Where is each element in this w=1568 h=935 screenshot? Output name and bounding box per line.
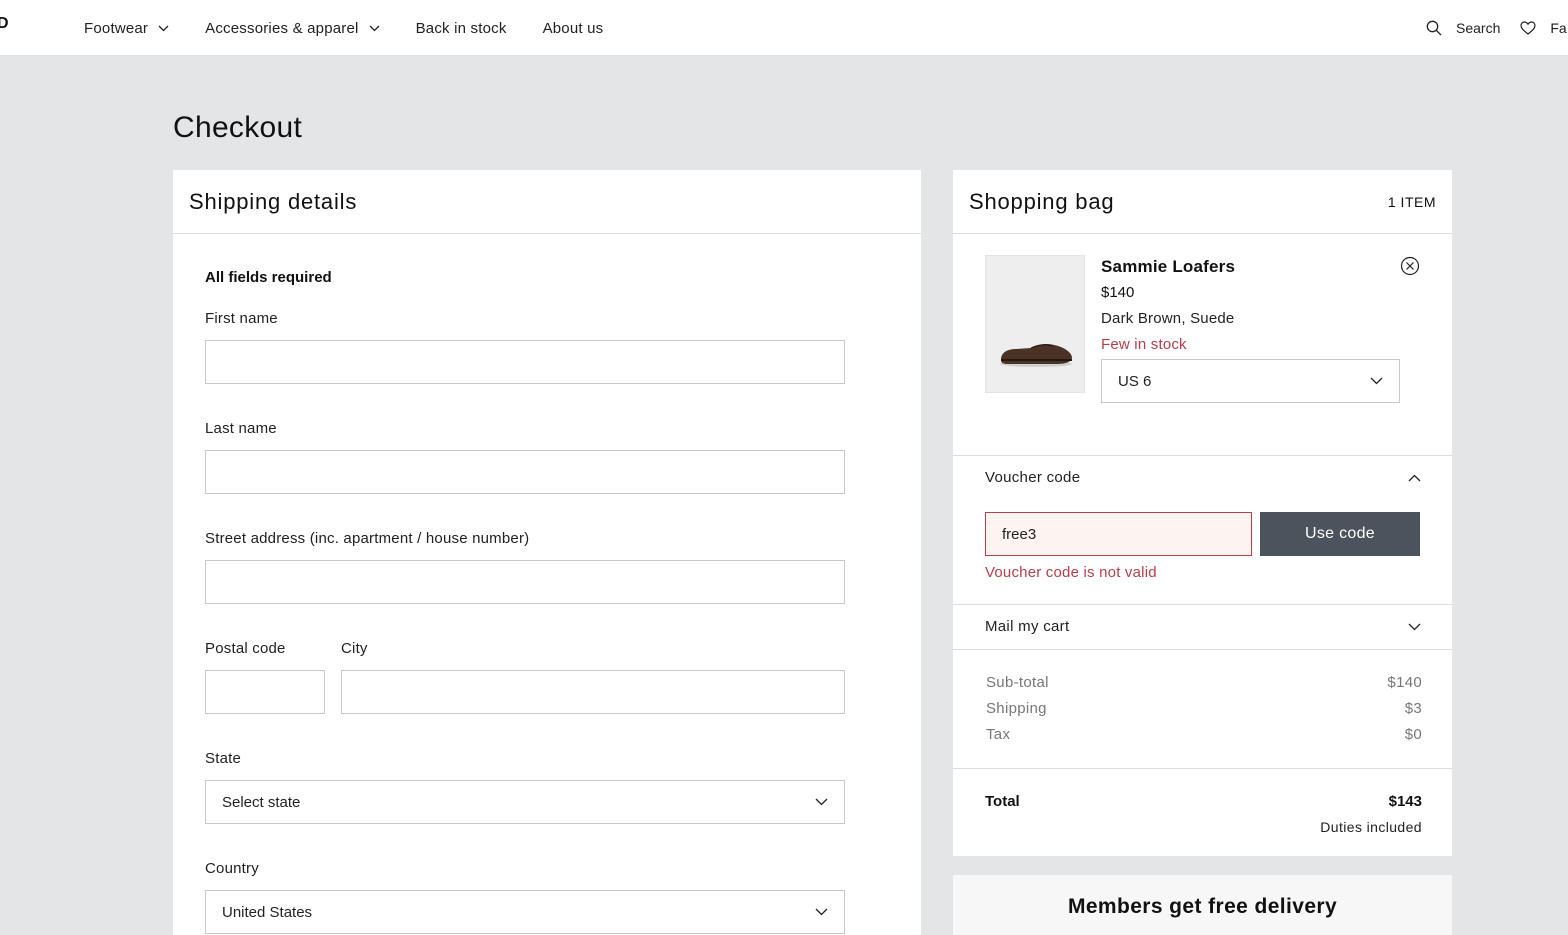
close-circle-icon xyxy=(1400,256,1420,276)
required-note: All fields required xyxy=(205,269,332,286)
shipping-value: $3 xyxy=(1404,700,1422,717)
nav-item-about-us[interactable]: About us xyxy=(543,20,604,37)
voucher-toggle[interactable]: Voucher code xyxy=(985,469,1421,486)
last-name-field[interactable] xyxy=(205,450,845,494)
tax-label: Tax xyxy=(986,726,1011,743)
subtotal-label: Sub-total xyxy=(986,674,1049,691)
divider xyxy=(953,768,1452,769)
state-select[interactable]: Select state xyxy=(205,780,845,824)
total-label: Total xyxy=(985,793,1020,810)
nav-label: Accessories & apparel xyxy=(205,19,359,37)
chevron-down-icon xyxy=(815,908,828,916)
chevron-up-icon xyxy=(1408,474,1421,481)
country-select-value: United States xyxy=(222,903,313,921)
members-banner: Members get free delivery xyxy=(953,875,1452,935)
product-price: $140 xyxy=(1101,284,1135,301)
shipping-label: Shipping xyxy=(986,700,1047,717)
favorites-button[interactable]: Fa xyxy=(1520,20,1567,36)
mail-cart-heading: Mail my cart xyxy=(985,618,1070,635)
main-nav: Footwear Accessories & apparel Back in s… xyxy=(84,0,639,56)
divider xyxy=(953,604,1452,605)
nav-label: Back in stock xyxy=(415,19,507,37)
loafer-shoe-image xyxy=(1000,344,1072,367)
use-code-button[interactable]: Use code xyxy=(1260,512,1420,556)
last-name-label: Last name xyxy=(205,420,277,437)
stock-status: Few in stock xyxy=(1101,336,1187,353)
shipping-row: Shipping $3 xyxy=(986,700,1422,717)
subtotal-row: Sub-total $140 xyxy=(986,674,1422,691)
page-title: Checkout xyxy=(173,111,303,144)
search-button[interactable]: Search xyxy=(1426,20,1500,36)
postal-code-label: Postal code xyxy=(205,640,286,657)
shipping-details-card: Shipping details All fields required Fir… xyxy=(173,170,921,935)
chevron-down-icon xyxy=(158,25,169,31)
country-label: Country xyxy=(205,860,259,877)
chevron-down-icon xyxy=(1408,623,1421,630)
state-select-value: Select state xyxy=(222,793,301,811)
nav-utilities: Search Fa xyxy=(1426,0,1568,56)
first-name-field[interactable] xyxy=(205,340,845,384)
top-navigation: ND Footwear Accessories & apparel Back i… xyxy=(0,0,1568,56)
nav-label: About us xyxy=(542,19,604,37)
heart-icon xyxy=(1520,21,1536,35)
nav-item-footwear[interactable]: Footwear xyxy=(84,20,169,37)
chevron-down-icon xyxy=(815,798,828,806)
nav-item-back-in-stock[interactable]: Back in stock xyxy=(416,20,507,37)
size-select-value: US 6 xyxy=(1118,372,1152,390)
nav-item-accessories[interactable]: Accessories & apparel xyxy=(205,19,380,37)
state-label: State xyxy=(205,750,242,767)
bag-header: Shopping bag 1 ITEM xyxy=(953,170,1452,234)
subtotal-value: $140 xyxy=(1387,674,1422,691)
remove-item-button[interactable] xyxy=(1400,256,1420,276)
voucher-code-input[interactable]: free3 xyxy=(985,512,1252,556)
duties-note: Duties included xyxy=(1320,819,1422,835)
divider xyxy=(953,649,1452,650)
product-name[interactable]: Sammie Loafers xyxy=(1101,257,1235,277)
divider xyxy=(953,455,1452,456)
size-select[interactable]: US 6 xyxy=(1101,359,1400,403)
bag-heading: Shopping bag xyxy=(969,188,1115,214)
total-row: Total $143 xyxy=(985,793,1422,810)
voucher-heading: Voucher code xyxy=(985,469,1081,486)
street-address-label: Street address (inc. apartment / house n… xyxy=(205,530,530,547)
shopping-bag-card: Shopping bag 1 ITEM Sammie Loafers $140 … xyxy=(953,170,1452,856)
shipping-header: Shipping details xyxy=(173,170,921,234)
voucher-error-message: Voucher code is not valid xyxy=(985,564,1157,581)
city-field[interactable] xyxy=(341,670,845,714)
search-label: Search xyxy=(1456,20,1501,36)
total-value: $143 xyxy=(1388,793,1422,810)
city-label: City xyxy=(341,640,368,657)
brand-logo[interactable]: ND xyxy=(0,15,9,33)
tax-row: Tax $0 xyxy=(986,726,1422,743)
shipping-heading: Shipping details xyxy=(189,188,358,214)
tax-value: $0 xyxy=(1404,726,1422,743)
product-image[interactable] xyxy=(985,255,1085,393)
chevron-down-icon xyxy=(1370,377,1383,385)
street-address-field[interactable] xyxy=(205,560,845,604)
nav-label: Footwear xyxy=(84,19,149,37)
mail-cart-toggle[interactable]: Mail my cart xyxy=(985,618,1421,635)
members-banner-text: Members get free delivery xyxy=(1067,895,1338,918)
product-variant: Dark Brown, Suede xyxy=(1101,310,1235,327)
postal-code-field[interactable] xyxy=(205,670,325,714)
search-icon xyxy=(1426,20,1442,36)
favorites-label: Fa xyxy=(1550,20,1567,36)
chevron-down-icon xyxy=(369,25,380,31)
country-select[interactable]: United States xyxy=(205,890,845,934)
bag-item-count: 1 ITEM xyxy=(1387,193,1436,210)
first-name-label: First name xyxy=(205,310,278,327)
